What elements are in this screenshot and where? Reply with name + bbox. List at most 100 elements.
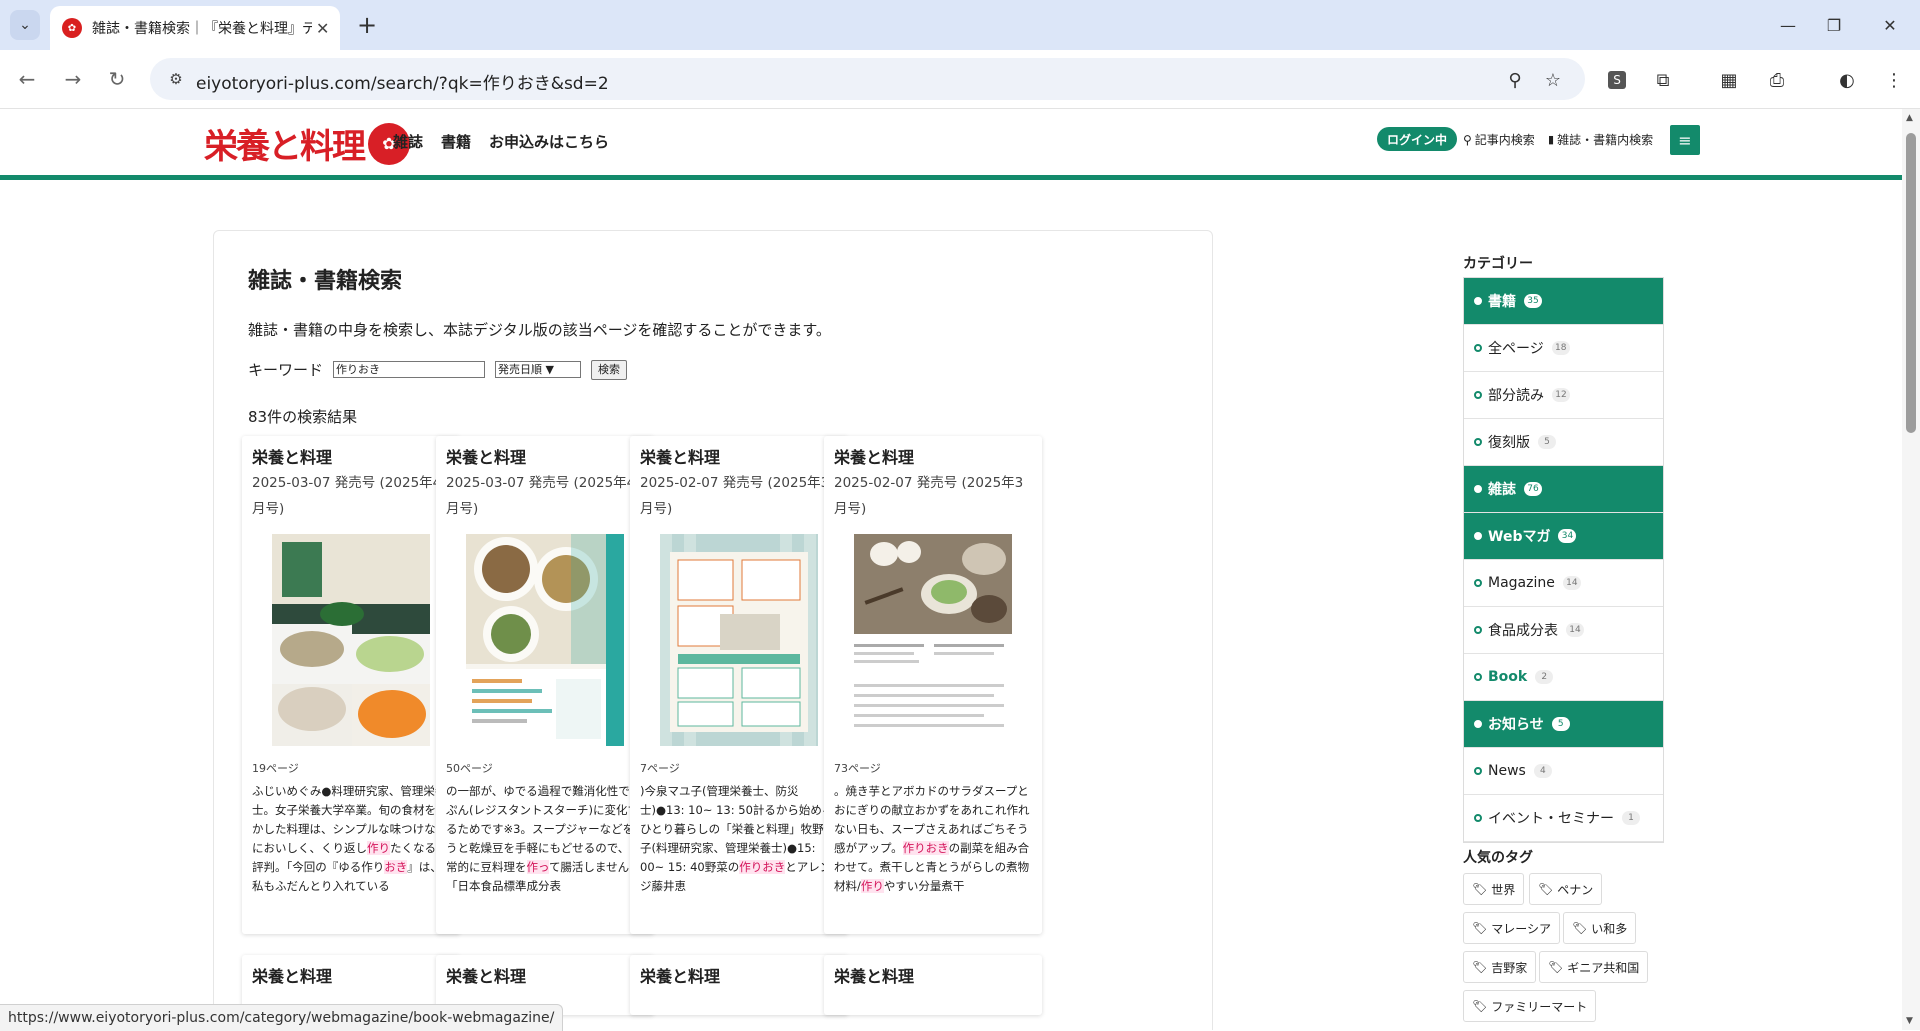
result-card[interactable]: 栄養と料理 bbox=[824, 955, 1042, 1015]
category-bullet-icon bbox=[1474, 344, 1482, 352]
category-item[interactable]: Webマガ 34 bbox=[1464, 513, 1663, 560]
book-icon: ▮ bbox=[1548, 133, 1555, 146]
zoom-icon[interactable]: ⚲ bbox=[1503, 68, 1527, 92]
page-viewport: 栄養と料理 ✿ 雑誌 書籍 お申込みはこちら ログイン中 ⚲ 記事内検索 ▮ 雑… bbox=[0, 109, 1902, 1030]
category-item[interactable]: お知らせ 5 bbox=[1464, 701, 1663, 748]
result-card[interactable]: 栄養と料理 2025-02-07 発売号 (2025年3月号) bbox=[824, 436, 1042, 934]
tab-strip: ⌄ ✿ 雑誌・書籍検索｜『栄養と料理』デジ ✕ + — ❐ ✕ bbox=[0, 0, 1920, 50]
login-status-badge[interactable]: ログイン中 bbox=[1377, 127, 1458, 151]
category-item[interactable]: 部分読み 12 bbox=[1464, 372, 1663, 419]
reload-icon[interactable]: ↻ bbox=[102, 64, 132, 94]
category-item[interactable]: Magazine 14 bbox=[1464, 560, 1663, 607]
category-label: Webマガ bbox=[1488, 529, 1551, 545]
tag-item[interactable]: 🏷︎ 吉野家 bbox=[1463, 951, 1537, 983]
keyword-input[interactable]: 作りおき bbox=[333, 361, 486, 378]
site-header: 栄養と料理 ✿ 雑誌 書籍 お申込みはこちら ログイン中 ⚲ 記事内検索 ▮ 雑… bbox=[0, 109, 1902, 180]
scrollbar-thumb[interactable] bbox=[1906, 133, 1916, 433]
site-info-icon[interactable]: ⚙ bbox=[166, 69, 186, 89]
card-page-number: 7ページ bbox=[640, 762, 680, 775]
hamburger-menu-icon[interactable]: ≡ bbox=[1670, 125, 1700, 155]
category-label: 食品成分表 bbox=[1488, 623, 1558, 639]
category-item[interactable]: 復刻版 5 bbox=[1464, 419, 1663, 466]
qr-code-icon[interactable]: ▦ bbox=[1715, 66, 1743, 94]
new-tab-icon[interactable]: + bbox=[352, 10, 382, 40]
card-snippet: 。焼き芋とアボカドのサラダスープとおにぎりの献立おかずをあれこれ作れない日も、ス… bbox=[834, 784, 1030, 893]
profile-icon[interactable]: ◐ bbox=[1833, 66, 1861, 94]
card-snippet: の一部が、ゆでる過程で難消化性でんぷん(レジスタントスターチ)に変化するためです… bbox=[446, 784, 646, 893]
card-thumbnail[interactable] bbox=[660, 534, 818, 746]
back-arrow-icon[interactable]: ← bbox=[12, 64, 42, 94]
tag-item[interactable]: 🏷︎ ペナン bbox=[1529, 873, 1603, 905]
tag-item[interactable]: 🏷︎ ギニア共和国 bbox=[1539, 951, 1649, 983]
nav-apply[interactable]: お申込みはこちら bbox=[489, 131, 609, 152]
category-item[interactable]: イベント・セミナー 1 bbox=[1464, 795, 1663, 842]
tag-label: ファミリーマート bbox=[1491, 999, 1588, 1014]
card-thumbnail[interactable] bbox=[466, 534, 624, 746]
category-count-badge: 34 bbox=[1558, 529, 1577, 543]
category-bullet-icon bbox=[1474, 673, 1482, 681]
card-snippet: ふじいめぐみ●料理研究家、管理栄養士。女子栄養大学卒業。旬の食材を生かした料理は… bbox=[252, 784, 448, 893]
category-item[interactable]: News 4 bbox=[1464, 748, 1663, 795]
scroll-up-icon[interactable]: ▲ bbox=[1906, 113, 1913, 123]
tag-icon: 🏷︎ bbox=[1472, 921, 1488, 935]
card-thumbnail[interactable] bbox=[854, 534, 1012, 746]
chrome-menu-icon[interactable]: ⋮ bbox=[1880, 66, 1908, 94]
site-nav: 雑誌 書籍 お申込みはこちら bbox=[393, 131, 609, 152]
popular-tags-heading: 人気のタグ bbox=[1463, 850, 1533, 866]
category-label: Book bbox=[1488, 669, 1528, 685]
search-button[interactable]: 検索 bbox=[591, 359, 628, 380]
page-title: 雑誌・書籍検索 bbox=[248, 269, 403, 294]
card-title: 栄養と料理 bbox=[640, 967, 721, 986]
category-item[interactable]: 全ページ 18 bbox=[1464, 325, 1663, 372]
tab-search-dropdown-icon[interactable]: ⌄ bbox=[10, 10, 40, 40]
category-item[interactable]: 書籍 35 bbox=[1464, 278, 1663, 325]
bookmark-star-icon[interactable]: ☆ bbox=[1541, 68, 1565, 92]
tab-title: 雑誌・書籍検索｜『栄養と料理』デジ bbox=[92, 21, 312, 37]
result-card[interactable]: 栄養と料理 2025-02-07 発売号 (2025年3月号) bbox=[630, 436, 848, 934]
nav-magazine[interactable]: 雑誌 bbox=[393, 131, 423, 152]
category-item[interactable]: Book 2 bbox=[1464, 654, 1663, 701]
category-count-badge: 4 bbox=[1533, 764, 1552, 778]
thumbnail-image-3 bbox=[660, 534, 818, 746]
result-card[interactable]: 栄養と料理 2025-03-07 発売号 (2025年4月号) bbox=[436, 436, 654, 934]
category-bullet-icon bbox=[1474, 579, 1482, 587]
print-icon[interactable]: ⎙ bbox=[1763, 66, 1791, 94]
page-scrollbar[interactable]: ▲ ▼ bbox=[1902, 109, 1920, 1030]
scroll-down-icon[interactable]: ▼ bbox=[1906, 1016, 1913, 1026]
article-search-label: 記事内検索 bbox=[1474, 133, 1535, 147]
card-title: 栄養と料理 bbox=[640, 448, 721, 467]
forward-arrow-icon[interactable]: → bbox=[58, 64, 88, 94]
result-card[interactable]: 栄養と料理 bbox=[630, 955, 848, 1015]
tag-item[interactable]: 🏷︎ 世界 bbox=[1463, 873, 1525, 905]
sort-select[interactable]: 発売日順 ▼ bbox=[495, 361, 582, 378]
category-heading: カテゴリー bbox=[1463, 256, 1533, 272]
tab-close-icon[interactable]: ✕ bbox=[316, 19, 329, 38]
thumbnail-image-2 bbox=[466, 534, 624, 746]
close-window-icon[interactable]: ✕ bbox=[1862, 8, 1918, 42]
tag-item[interactable]: 🏷︎ ファミリーマート bbox=[1463, 990, 1597, 1022]
tag-item[interactable]: 🏷︎ マレーシア bbox=[1463, 912, 1560, 944]
thumbnail-image-4 bbox=[854, 534, 1012, 746]
restore-icon[interactable]: ❐ bbox=[1806, 8, 1862, 42]
card-title: 栄養と料理 bbox=[834, 448, 915, 467]
card-thumbnail[interactable] bbox=[272, 534, 430, 746]
address-bar[interactable]: ⚙ eiyotoryori-plus.com/search/?qk=作りおき&s… bbox=[150, 58, 1585, 100]
category-item[interactable]: 食品成分表 14 bbox=[1464, 607, 1663, 654]
extensions-puzzle-icon[interactable]: ⧉ bbox=[1649, 66, 1677, 94]
site-logo[interactable]: 栄養と料理 ✿ bbox=[204, 119, 410, 168]
result-card[interactable]: 栄養と料理 2025-03-07 発売号 (2025年4月号) bbox=[242, 436, 460, 934]
browser-tab-active[interactable]: ✿ 雑誌・書籍検索｜『栄養と料理』デジ ✕ bbox=[50, 6, 340, 50]
url-text[interactable]: eiyotoryori-plus.com/search/?qk=作りおき&sd=… bbox=[196, 69, 609, 94]
category-label: 復刻版 bbox=[1488, 435, 1530, 451]
tag-icon: 🏷︎ bbox=[1538, 882, 1554, 896]
card-date: 2025-03-07 発売号 (2025年4月号) bbox=[446, 475, 636, 517]
category-bullet-icon bbox=[1474, 297, 1482, 305]
link-status-bubble: https://www.eiyotoryori-plus.com/categor… bbox=[0, 1004, 564, 1031]
tag-item[interactable]: 🏷︎ い和多 bbox=[1563, 912, 1637, 944]
category-item[interactable]: 雑誌 76 bbox=[1464, 466, 1663, 513]
nav-books[interactable]: 書籍 bbox=[441, 131, 471, 152]
book-search-link[interactable]: ▮ 雑誌・書籍内検索 bbox=[1548, 131, 1653, 148]
extension-s-icon[interactable]: S bbox=[1603, 66, 1631, 94]
card-page-number: 19ページ bbox=[252, 762, 299, 775]
article-search-link[interactable]: ⚲ 記事内検索 bbox=[1463, 131, 1535, 148]
